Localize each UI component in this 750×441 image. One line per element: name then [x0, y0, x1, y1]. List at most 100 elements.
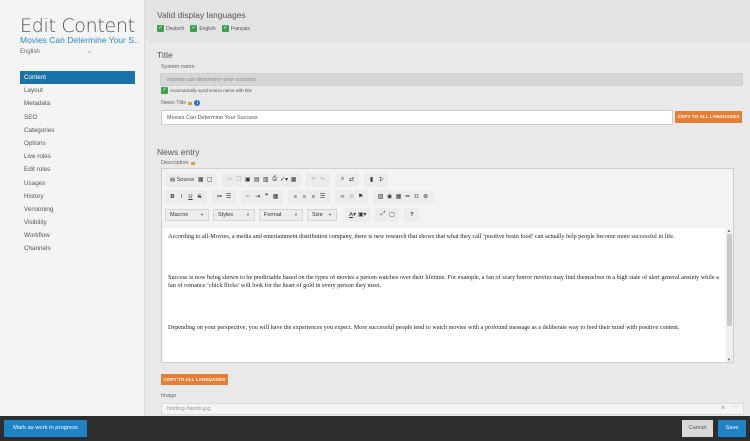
styles-select[interactable]: Styles ▼ [213, 208, 255, 221]
redo-icon[interactable]: ↷ [318, 174, 327, 186]
macros-select-label: Macros [170, 211, 189, 218]
align-center-icon[interactable]: ≡ [300, 191, 309, 203]
background-color-icon[interactable]: ▣▾ [357, 209, 367, 221]
help-icon[interactable]: ? [407, 209, 416, 221]
anchor-icon[interactable]: ⚑ [356, 191, 365, 203]
numbered-list-icon[interactable]: ≔ [215, 191, 224, 203]
paste-text-icon[interactable]: ▤ [252, 174, 261, 186]
sidebar-item-content[interactable]: Content [20, 71, 135, 85]
align-right-icon[interactable]: ≡ [309, 191, 318, 203]
scroll-up-icon[interactable]: ▲ [727, 228, 731, 233]
editor-toolbar-row-3: Macros ▼ Styles ▼ Format ▼ Size ▼ A ▾ ▣▾ ⤢ ▢ … [162, 206, 423, 223]
chevron-down-icon: ⌄ [86, 49, 92, 55]
blockquote-icon[interactable]: ❞ [262, 191, 271, 203]
language-checkbox-francais[interactable]: ✓ Français [221, 25, 250, 32]
news-title-label-text: News Title [161, 100, 187, 106]
title-heading: Title [157, 50, 173, 60]
flash-icon[interactable]: ◉ [385, 191, 394, 203]
language-select[interactable]: English ⌄ [20, 48, 92, 56]
checkmark-icon: ✓ [161, 87, 168, 94]
mark-work-in-progress-button[interactable]: Mark as work in progress [4, 420, 87, 437]
align-justify-icon[interactable]: ☰ [318, 191, 327, 203]
content-paragraph: Success is now being shown to be predict… [168, 274, 719, 290]
print-icon[interactable]: ⎙ [270, 174, 279, 186]
sidebar-item-workflow[interactable]: Workflow [20, 229, 135, 242]
unlink-icon[interactable]: ⊘ [347, 191, 356, 203]
sidebar-item-options[interactable]: Options [20, 137, 135, 150]
editor-scrollbar[interactable]: ▲ ▼ [726, 228, 733, 362]
iframe-icon[interactable]: ⊛ [421, 191, 430, 203]
language-checkbox-english[interactable]: ✓ English [190, 25, 216, 32]
strikethrough-icon[interactable]: S [195, 191, 204, 203]
editor-toolbar-row-1: ▤ Source ▦ ▢ ✂ ❐ ▣ ▤ ▥ ⎙ ✓▾ ▦ ↶ ↷ ⌕ ⇄ ▮ … [162, 171, 392, 188]
special-char-icon[interactable]: Ω [412, 191, 421, 203]
copy-icon[interactable]: ❐ [234, 174, 243, 186]
save-button[interactable]: Save [718, 420, 746, 437]
cut-icon[interactable]: ✂ [225, 174, 234, 186]
sidebar-item-channels[interactable]: Channels [20, 242, 135, 255]
horizontal-line-icon[interactable]: ═ [403, 191, 412, 203]
copy-description-to-all-languages-button[interactable]: COPY TO ALL LANGUAGES [161, 374, 228, 385]
link-icon[interactable]: ∞ [338, 191, 347, 203]
bold-icon[interactable]: B [168, 191, 177, 203]
news-title-input[interactable]: Movies Can Determine Your Success [161, 110, 673, 125]
language-label: Français [230, 25, 250, 32]
templates-icon[interactable]: ▦ [196, 174, 205, 186]
image-label: Image [161, 393, 177, 399]
paste-word-icon[interactable]: ▥ [261, 174, 270, 186]
align-left-icon[interactable]: ≡ [291, 191, 300, 203]
find-icon[interactable]: ⌕ [338, 174, 347, 186]
info-icon[interactable]: i [194, 100, 201, 106]
maximize-icon[interactable]: ⤢ [378, 209, 387, 221]
remove-format-icon[interactable]: T̷ [376, 174, 385, 186]
sidebar-item-history[interactable]: History [20, 190, 135, 203]
sidebar-item-metadata[interactable]: Metadata [20, 97, 135, 110]
more-icon[interactable]: ··· [732, 404, 738, 410]
scrollbar-thumb[interactable] [727, 234, 732, 326]
format-select[interactable]: Format ▼ [259, 208, 303, 221]
image-icon[interactable]: ▨ [376, 191, 385, 203]
sidebar-item-edit-roles[interactable]: Edit roles [20, 163, 135, 176]
scroll-down-icon[interactable]: ▼ [727, 357, 731, 362]
language-checkbox-deutsch[interactable]: ✓ Deutsch [157, 25, 184, 32]
select-all-icon[interactable]: ▦ [289, 174, 298, 186]
size-select[interactable]: Size ▼ [307, 208, 337, 221]
div-icon[interactable]: ▦ [271, 191, 280, 203]
auto-sync-checkbox[interactable]: ✓ Automatically synchronize name with ti… [161, 87, 252, 94]
text-color-icon[interactable]: A ▾ [348, 209, 357, 221]
news-title-label: News Title i [161, 100, 201, 106]
sidebar-item-seo[interactable]: SEO [20, 111, 135, 124]
copy-title-to-all-languages-button[interactable]: COPY TO ALL LANGUAGES [675, 111, 742, 123]
bulleted-list-icon[interactable]: ☰ [224, 191, 233, 203]
undo-icon[interactable]: ↶ [309, 174, 318, 186]
underline-icon[interactable]: U [186, 191, 195, 203]
cancel-button[interactable]: Cancel [682, 420, 713, 437]
outdent-icon[interactable]: ⇤ [244, 191, 253, 203]
sidebar-item-live-roles[interactable]: Live roles [20, 150, 135, 163]
paste-icon[interactable]: ▣ [243, 174, 252, 186]
spellcheck-icon[interactable]: ✓▾ [279, 174, 289, 186]
content-subtitle-link[interactable]: Movies Can Determine Your S... [20, 35, 138, 45]
auto-sync-label: Automatically synchronize name with titl… [170, 88, 253, 93]
size-select-label: Size [312, 211, 323, 218]
sidebar-item-versioning[interactable]: Versioning [20, 203, 135, 216]
sidebar-item-categories[interactable]: Categories [20, 124, 135, 137]
editor-content-area[interactable]: According to all-Movies, a media and ent… [163, 228, 725, 362]
replace-icon[interactable]: ⇄ [347, 174, 356, 186]
sidebar-item-layout[interactable]: Layout [20, 84, 135, 97]
sidebar-item-usages[interactable]: Usages [20, 177, 135, 190]
rich-text-editor: ▤ Source ▦ ▢ ✂ ❐ ▣ ▤ ▥ ⎙ ✓▾ ▦ ↶ ↷ ⌕ ⇄ ▮ … [161, 168, 734, 363]
preview-icon[interactable]: ▢ [387, 209, 396, 221]
table-icon[interactable]: ▦ [394, 191, 403, 203]
sidebar-nav: Content Layout Metadata SEO Categories O… [20, 71, 135, 256]
clear-icon[interactable]: × [721, 405, 725, 412]
italic-icon[interactable]: I [177, 191, 186, 203]
show-blocks-icon[interactable]: ▮ [367, 174, 376, 186]
indent-icon[interactable]: ⇥ [253, 191, 262, 203]
image-field[interactable]: holding-hands.jpg × ··· [161, 403, 744, 415]
source-button[interactable]: ▤ Source [168, 174, 196, 186]
sidebar-item-visibility[interactable]: Visibility [20, 216, 135, 229]
document-icon[interactable]: ▢ [205, 174, 214, 186]
language-label: English [199, 25, 216, 32]
macros-select[interactable]: Macros ▼ [165, 208, 209, 221]
